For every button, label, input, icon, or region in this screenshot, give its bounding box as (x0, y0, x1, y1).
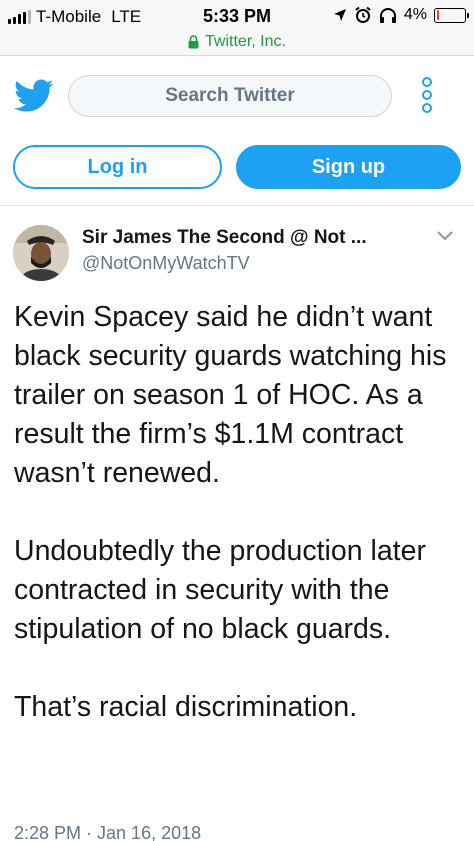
tweet-timestamp[interactable]: 2:28 PM · Jan 16, 2018 (14, 823, 201, 841)
url-bar[interactable]: Twitter, Inc. (0, 28, 474, 56)
battery-percent: 4% (403, 6, 427, 23)
auth-buttons: Log in Sign up (0, 145, 474, 191)
author-handle[interactable]: @NotOnMyWatchTV (82, 253, 250, 274)
header-divider (0, 205, 474, 206)
location-arrow-icon (333, 9, 346, 21)
more-vertical-icon[interactable] (416, 77, 438, 117)
avatar[interactable] (13, 225, 69, 281)
tweet-paragraph: Undoubtedly the production later contrac… (14, 535, 426, 645)
battery-level (436, 10, 440, 20)
tweet-text: Kevin Spacey said he didn’t want black s… (14, 298, 466, 727)
status-right: 4% (333, 6, 469, 24)
tweet-paragraph: That’s racial discrimination. (14, 691, 358, 723)
avatar-image (13, 225, 69, 281)
search-input[interactable]: Search Twitter (68, 75, 392, 117)
lock-icon (188, 34, 199, 48)
author-name[interactable]: Sir James The Second @ Not ... (82, 227, 367, 249)
twitter-bird-icon[interactable] (14, 79, 54, 113)
signup-button[interactable]: Sign up (236, 145, 461, 189)
battery-icon (434, 7, 469, 23)
chevron-down-icon[interactable] (437, 231, 453, 241)
headphones-icon (379, 7, 396, 23)
tweet-paragraph: Kevin Spacey said he didn’t want black s… (14, 301, 447, 489)
login-button[interactable]: Log in (13, 145, 222, 189)
url-site: Twitter, Inc. (205, 32, 286, 50)
twitter-header: Search Twitter (0, 57, 474, 137)
alarm-icon (355, 6, 371, 23)
